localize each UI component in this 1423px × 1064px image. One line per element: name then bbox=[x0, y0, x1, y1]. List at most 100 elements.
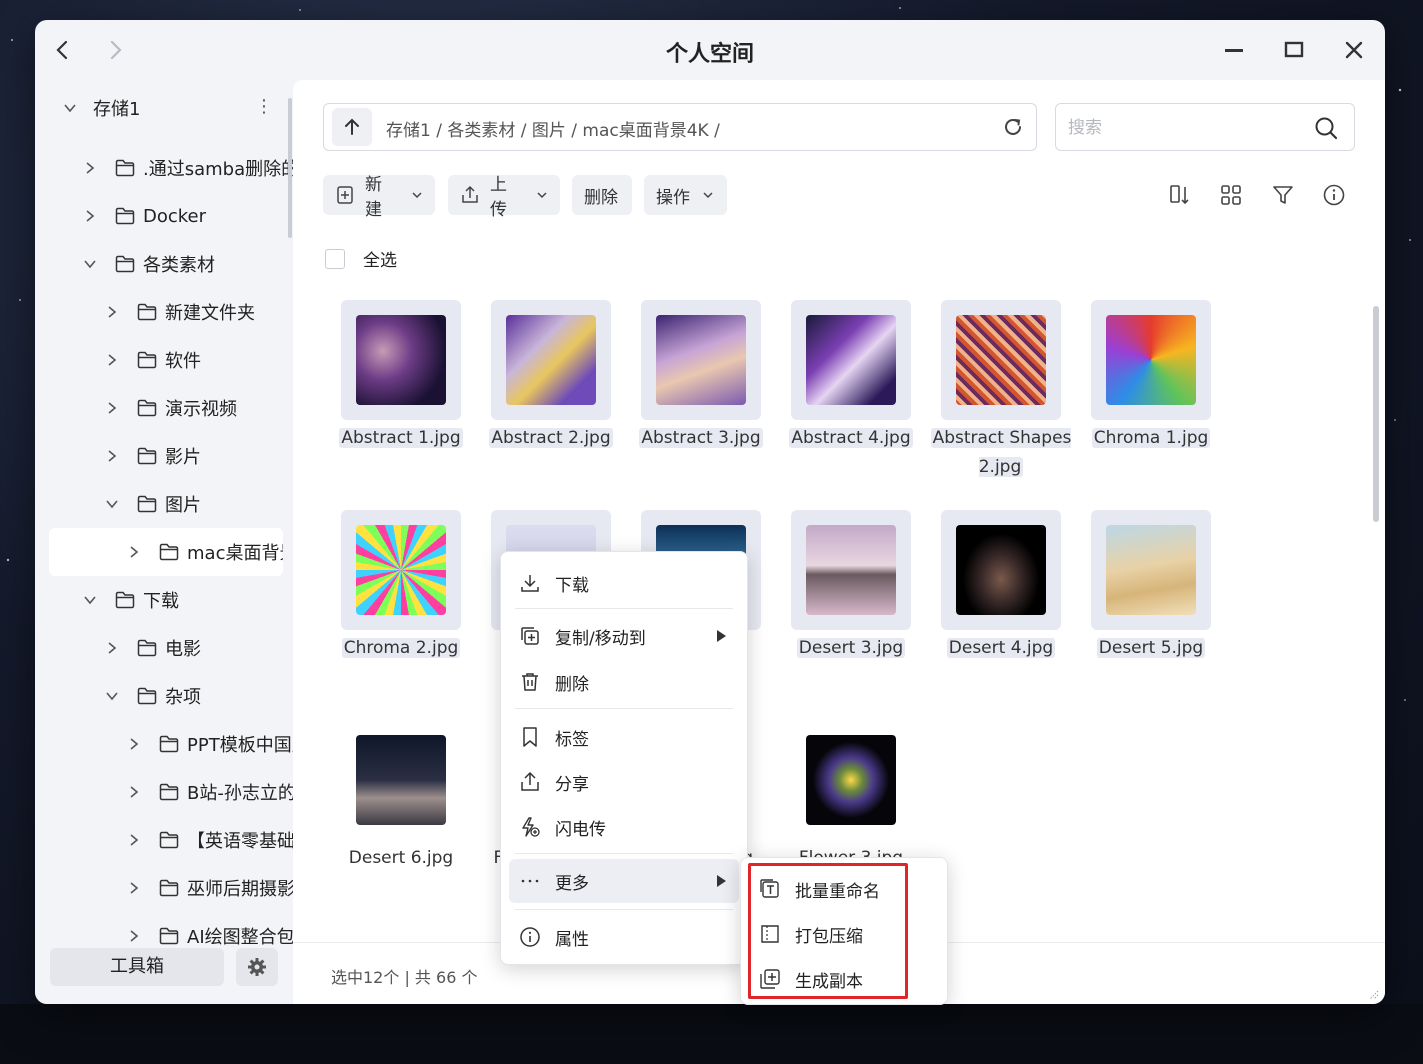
submenu-item-duplicate[interactable]: 生成副本 bbox=[749, 958, 939, 1000]
sidebar-item[interactable]: mac桌面背景4K bbox=[49, 528, 283, 576]
minimize-icon[interactable] bbox=[1220, 36, 1248, 64]
menu-item-more[interactable]: 更多 bbox=[509, 859, 739, 903]
thumbnail-frame[interactable] bbox=[941, 510, 1061, 630]
file-item[interactable]: Desert 3.jpg bbox=[776, 510, 926, 663]
select-all-checkbox[interactable] bbox=[325, 248, 345, 269]
chevron-right-icon[interactable] bbox=[127, 737, 141, 751]
toolbox-button[interactable]: 工具箱 bbox=[50, 948, 224, 986]
sidebar-item[interactable]: B站-孙志立的 bbox=[35, 768, 293, 816]
thumbnail-frame[interactable] bbox=[791, 300, 911, 420]
file-item[interactable]: Abstract 2.jpg bbox=[476, 300, 626, 453]
chevron-down-icon[interactable] bbox=[63, 101, 77, 115]
upload-button[interactable]: 上传 bbox=[448, 175, 560, 220]
sidebar-item[interactable]: 影片 bbox=[35, 432, 293, 480]
file-item[interactable]: Desert 5.jpg bbox=[1076, 510, 1226, 663]
menu-item-share[interactable]: 分享 bbox=[509, 760, 739, 804]
chevron-down-icon[interactable] bbox=[83, 257, 97, 271]
chevron-right-icon[interactable] bbox=[105, 449, 119, 463]
chevron-right-icon[interactable] bbox=[105, 353, 119, 367]
sort-icon[interactable] bbox=[1168, 183, 1192, 207]
thumbnail-frame[interactable] bbox=[1091, 510, 1211, 630]
sidebar-item[interactable]: 演示视频 bbox=[35, 384, 293, 432]
search-icon[interactable] bbox=[1314, 116, 1338, 140]
sidebar-item[interactable]: AI绘图整合包 bbox=[35, 912, 293, 950]
submenu-item-batch-rename[interactable]: 批量重命名 bbox=[749, 868, 939, 910]
sidebar-item[interactable]: Docker bbox=[35, 192, 293, 240]
thumbnail-frame[interactable] bbox=[791, 510, 911, 630]
info-icon[interactable] bbox=[1322, 183, 1346, 207]
file-item[interactable]: Abstract 4.jpg bbox=[776, 300, 926, 453]
sidebar-item[interactable]: 新建文件夹 bbox=[35, 288, 293, 336]
sidebar-item[interactable]: PPT模板中国风 bbox=[35, 720, 293, 768]
chevron-right-icon[interactable] bbox=[127, 881, 141, 895]
menu-item-copy-move[interactable]: 复制/移动到 bbox=[509, 614, 739, 658]
menu-item-tag[interactable]: 标签 bbox=[509, 715, 739, 759]
chevron-right-icon[interactable] bbox=[127, 545, 141, 559]
sidebar-item[interactable]: .通过samba删除的 bbox=[35, 144, 293, 192]
select-all[interactable]: 全选 bbox=[325, 246, 397, 271]
filter-icon[interactable] bbox=[1271, 183, 1295, 207]
sidebar-item[interactable]: 下载 bbox=[35, 576, 293, 624]
chevron-right-icon[interactable] bbox=[83, 161, 97, 175]
chevron-right-icon[interactable] bbox=[127, 785, 141, 799]
sidebar-item[interactable]: 各类素材 bbox=[35, 240, 293, 288]
thumbnail-frame[interactable] bbox=[791, 720, 911, 840]
sidebar: 存储1 ⋮ .通过samba删除的 Docker 各类素材 新建文件夹 软件 演示视频 影片… bbox=[35, 90, 293, 1004]
file-item[interactable]: Chroma 1.jpg bbox=[1076, 300, 1226, 453]
thumbnail-frame[interactable] bbox=[941, 300, 1061, 420]
chevron-right-icon[interactable] bbox=[127, 929, 141, 943]
maximize-icon[interactable] bbox=[1280, 36, 1308, 64]
chevron-down-icon[interactable] bbox=[105, 689, 119, 703]
resize-grip-icon[interactable] bbox=[1367, 988, 1379, 1000]
up-directory-button[interactable] bbox=[332, 108, 372, 146]
chevron-down-icon[interactable] bbox=[105, 497, 119, 511]
thumbnail-frame[interactable] bbox=[641, 300, 761, 420]
settings-button[interactable] bbox=[236, 948, 278, 986]
refresh-icon[interactable] bbox=[1002, 116, 1024, 138]
sidebar-item-label: 【英语零基础 bbox=[187, 831, 293, 852]
file-item[interactable]: Desert 4.jpg bbox=[926, 510, 1076, 663]
file-item[interactable]: Abstract Shapes 2.jpg bbox=[926, 300, 1076, 482]
select-all-label: 全选 bbox=[363, 251, 397, 271]
chevron-right-icon[interactable] bbox=[105, 305, 119, 319]
thumbnail-frame[interactable] bbox=[491, 300, 611, 420]
sidebar-item[interactable]: 图片 bbox=[35, 480, 293, 528]
file-item[interactable]: Abstract 3.jpg bbox=[626, 300, 776, 453]
sidebar-item[interactable]: 巫师后期摄影 bbox=[35, 864, 293, 912]
thumbnail-frame[interactable] bbox=[1091, 300, 1211, 420]
chevron-right-icon[interactable] bbox=[105, 641, 119, 655]
file-item[interactable]: Abstract 1.jpg bbox=[326, 300, 476, 453]
new-button[interactable]: 新建 bbox=[323, 175, 435, 220]
chevron-down-icon[interactable] bbox=[83, 593, 97, 607]
sidebar-item[interactable]: 软件 bbox=[35, 336, 293, 384]
file-item[interactable]: Desert 6.jpg bbox=[326, 720, 476, 873]
chevron-right-icon[interactable] bbox=[83, 209, 97, 223]
sidebar-scrollbar[interactable] bbox=[288, 98, 292, 238]
actions-button[interactable]: 操作 bbox=[644, 175, 727, 215]
main-scrollbar[interactable] bbox=[1373, 306, 1379, 522]
delete-button[interactable]: 删除 bbox=[572, 175, 632, 215]
chevron-right-icon[interactable] bbox=[105, 401, 119, 415]
sidebar-item[interactable]: 杂项 bbox=[35, 672, 293, 720]
close-icon[interactable] bbox=[1340, 36, 1368, 64]
submenu-item-compress[interactable]: 打包压缩 bbox=[749, 913, 939, 955]
thumbnail-frame[interactable] bbox=[341, 510, 461, 630]
more-vertical-icon[interactable]: ⋮ bbox=[255, 96, 273, 117]
search-input[interactable] bbox=[1068, 114, 1298, 142]
thumbnail-frame[interactable] bbox=[341, 720, 461, 840]
sidebar-item[interactable]: 【英语零基础 bbox=[35, 816, 293, 864]
sidebar-item[interactable]: 电影 bbox=[35, 624, 293, 672]
breadcrumb[interactable]: 存储1 / 各类素材 / 图片 / mac桌面背景4K / bbox=[386, 116, 720, 141]
file-item[interactable]: Flower 3.jpg bbox=[776, 720, 926, 873]
menu-item-properties[interactable]: 属性 bbox=[509, 915, 739, 959]
image-thumbnail bbox=[1106, 315, 1196, 405]
file-item[interactable]: Chroma 2.jpg bbox=[326, 510, 476, 663]
tree-root-storage[interactable]: 存储1 ⋮ bbox=[35, 90, 293, 132]
menu-item-download[interactable]: 下载 bbox=[509, 561, 739, 605]
menu-item-delete[interactable]: 删除 bbox=[509, 660, 739, 704]
submenu-label: 生成副本 bbox=[795, 971, 863, 992]
thumbnail-frame[interactable] bbox=[341, 300, 461, 420]
menu-item-flash-transfer[interactable]: 闪电传 bbox=[509, 805, 739, 849]
grid-view-icon[interactable] bbox=[1219, 183, 1243, 207]
chevron-right-icon[interactable] bbox=[127, 833, 141, 847]
